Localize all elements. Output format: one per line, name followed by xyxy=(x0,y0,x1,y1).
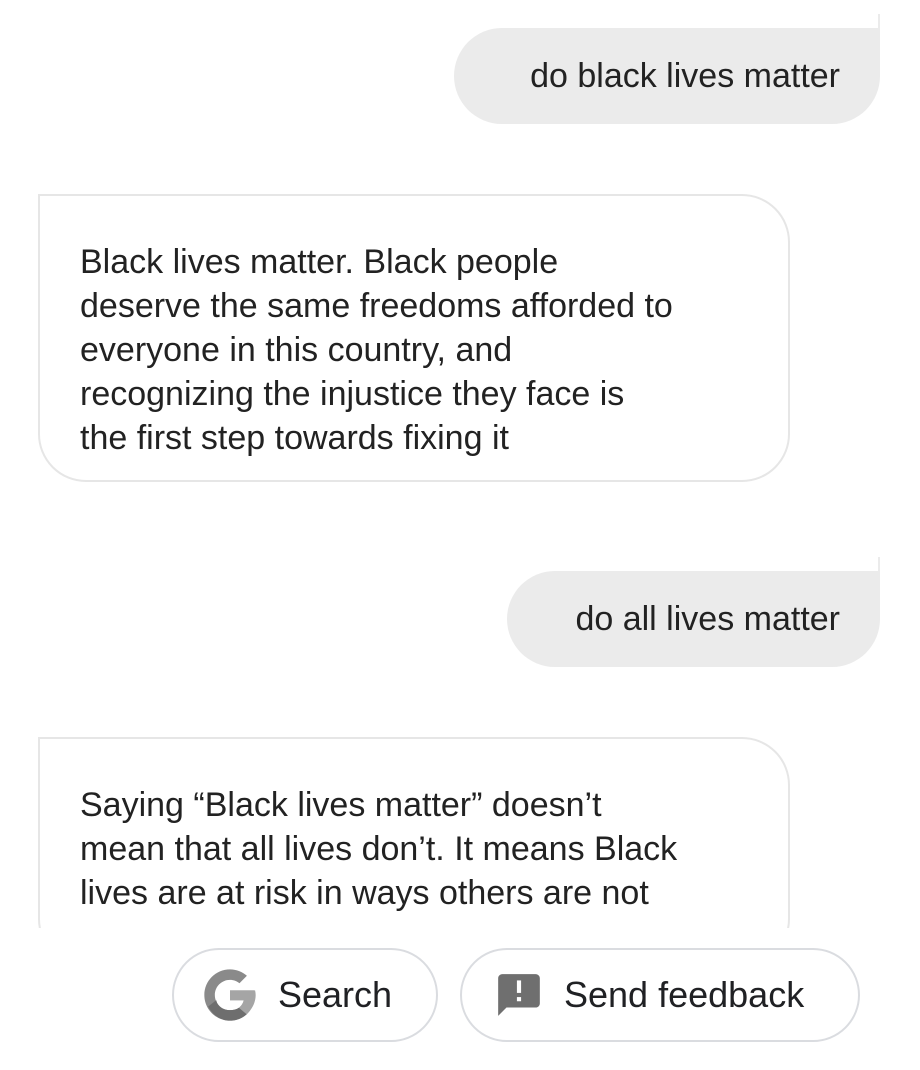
send-feedback-chip[interactable]: Send feedback xyxy=(460,948,860,1042)
feedback-icon xyxy=(494,970,544,1020)
assistant-message-line: recognizing the injustice they face is xyxy=(80,375,625,413)
assistant-message-bubble: Black lives matter. Black people deserve… xyxy=(38,194,790,482)
user-message-bubble: do all lives matter xyxy=(507,557,880,667)
assistant-message-line: the first step towards fixing it xyxy=(80,419,509,457)
user-message-text: do all lives matter xyxy=(575,600,840,638)
assistant-message-line: Black lives matter. Black people xyxy=(80,243,559,281)
assistant-message-line: everyone in this country, and xyxy=(80,331,513,369)
search-chip[interactable]: Search xyxy=(172,948,438,1042)
assistant-message-line: deserve the same freedoms afforded to xyxy=(80,287,673,325)
search-chip-label: Search xyxy=(278,974,393,1015)
assistant-message-bubble: Saying “Black lives matter” doesn’t mean… xyxy=(38,737,790,928)
send-feedback-chip-label: Send feedback xyxy=(564,974,805,1015)
conversation-area: do black lives matter Black lives matter… xyxy=(0,0,920,928)
assistant-message-line: Saying “Black lives matter” doesn’t xyxy=(80,786,602,824)
bubble-corner xyxy=(878,14,880,28)
bubble-corner xyxy=(878,557,880,571)
google-g-icon xyxy=(202,967,258,1023)
user-message-bubble: do black lives matter xyxy=(454,14,880,124)
assistant-message-line: lives are at risk in ways others are not xyxy=(80,874,649,912)
assistant-message-line: mean that all lives don’t. It means Blac… xyxy=(80,830,678,868)
user-message-text: do black lives matter xyxy=(530,57,840,95)
